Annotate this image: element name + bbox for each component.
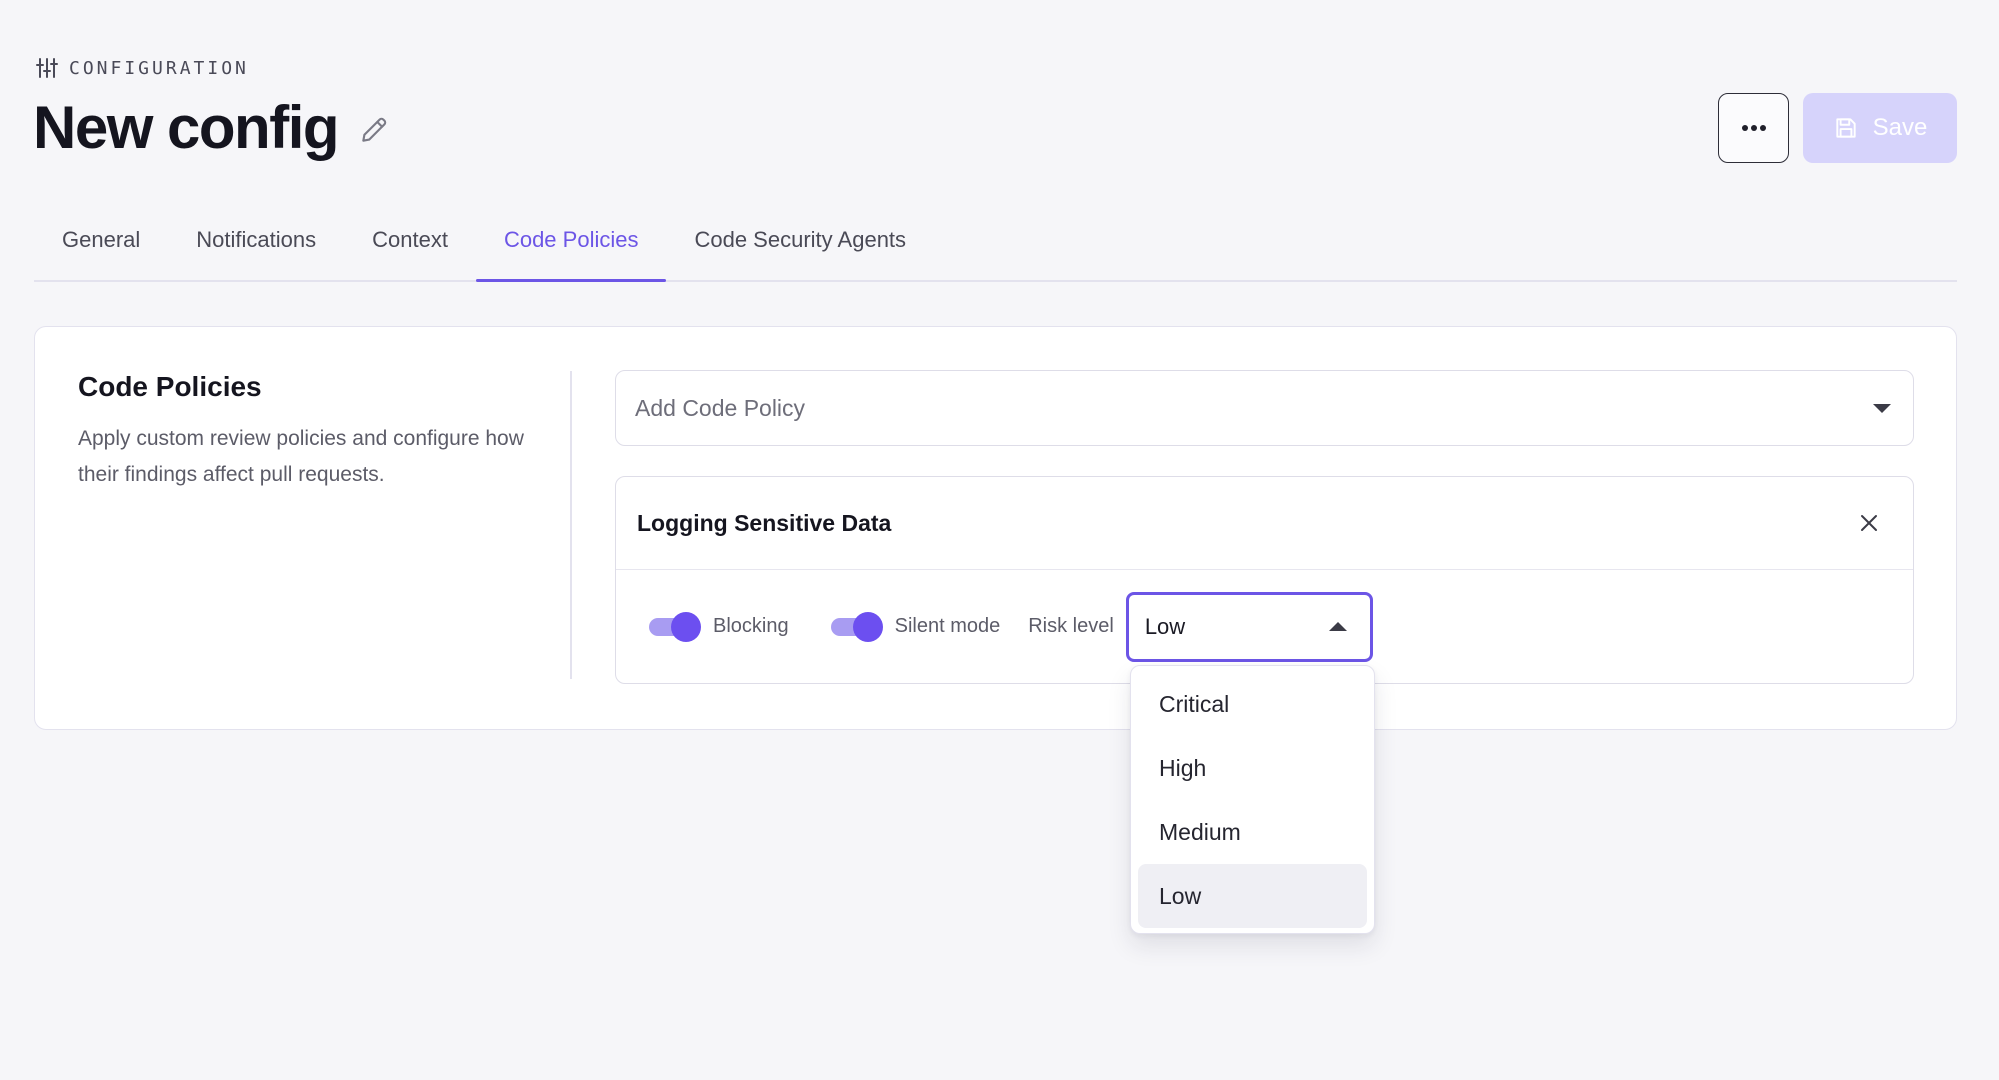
tab-label: Notifications	[196, 227, 317, 252]
code-policies-card: Code Policies Apply custom review polici…	[34, 326, 1957, 730]
risk-option-high[interactable]: High	[1138, 736, 1367, 800]
config-tabs: General Notifications Context Code Polic…	[34, 220, 1957, 282]
risk-level-value: Low	[1144, 613, 1186, 639]
caret-down-icon	[1873, 403, 1891, 413]
risk-level-select[interactable]: Low	[1125, 591, 1373, 662]
vertical-divider	[570, 371, 572, 679]
blocking-toggle[interactable]: Blocking	[649, 611, 789, 643]
tab-label: General	[62, 227, 141, 252]
title-row: New config	[33, 92, 390, 164]
risk-option-low[interactable]: Low	[1138, 864, 1367, 928]
policy-card: Logging Sensitive Data Blocking Silent m…	[615, 476, 1914, 684]
tab-code-policies[interactable]: Code Policies	[475, 220, 667, 282]
risk-level-menu: Critical High Medium Low	[1130, 665, 1375, 934]
risk-level-label: Risk level	[1028, 615, 1114, 637]
silent-mode-switch[interactable]	[830, 611, 883, 643]
tab-label: Code Security Agents	[694, 227, 907, 252]
tab-code-security-agents[interactable]: Code Security Agents	[666, 220, 934, 280]
pencil-icon[interactable]	[358, 114, 390, 146]
floppy-disk-icon	[1835, 118, 1856, 138]
caret-up-icon	[1328, 622, 1347, 631]
tab-notifications[interactable]: Notifications	[168, 220, 344, 280]
add-code-policy-select[interactable]: Add Code Policy	[615, 370, 1914, 446]
policy-title: Logging Sensitive Data	[637, 509, 892, 536]
ellipsis-icon	[1741, 125, 1766, 131]
page-eyebrow: CONFIGURATION	[35, 56, 249, 80]
sliders-icon	[36, 58, 58, 78]
more-options-button[interactable]	[1718, 93, 1789, 163]
tab-label: Context	[372, 227, 448, 252]
add-code-policy-placeholder: Add Code Policy	[635, 394, 806, 421]
toggle-knob	[671, 611, 701, 642]
section-description: Apply custom review policies and configu…	[78, 427, 524, 486]
eyebrow-label: CONFIGURATION	[69, 57, 249, 79]
configuration-page: CONFIGURATION New config Save General No…	[0, 0, 1999, 1080]
silent-mode-label: Silent mode	[894, 615, 1001, 637]
risk-option-medium[interactable]: Medium	[1138, 800, 1367, 864]
tab-label: Code Policies	[503, 227, 639, 252]
blocking-switch[interactable]	[649, 611, 701, 643]
tab-context[interactable]: Context	[344, 220, 476, 280]
silent-mode-toggle[interactable]: Silent mode	[830, 611, 1001, 643]
page-title: New config	[33, 94, 340, 161]
risk-option-critical[interactable]: Critical	[1138, 672, 1367, 736]
section-title: Code Policies	[78, 371, 262, 402]
save-label: Save	[1872, 114, 1928, 141]
tab-general[interactable]: General	[34, 220, 168, 280]
close-icon[interactable]	[1857, 511, 1881, 535]
blocking-label: Blocking	[713, 615, 789, 637]
toggle-knob	[852, 611, 883, 642]
save-button[interactable]: Save	[1803, 93, 1957, 163]
policy-header: Logging Sensitive Data	[616, 477, 1913, 570]
